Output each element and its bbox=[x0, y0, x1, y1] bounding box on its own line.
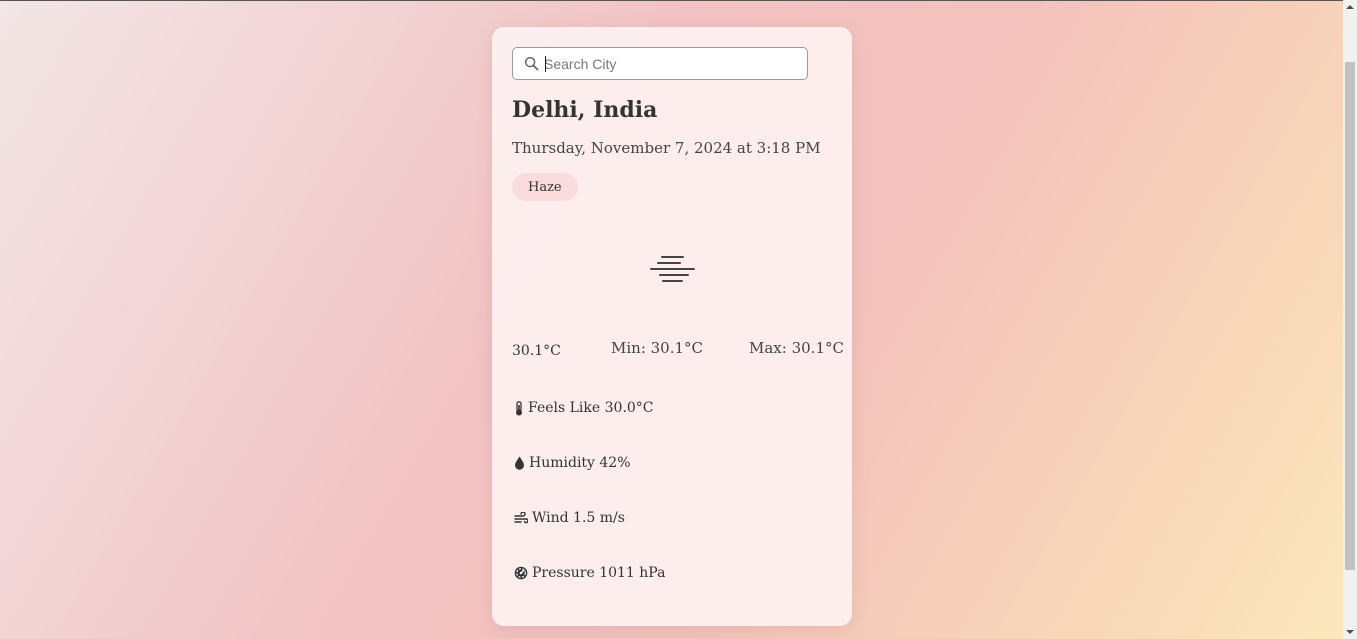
search-box[interactable] bbox=[512, 47, 808, 80]
weather-card: Delhi, India Thursday, November 7, 2024 … bbox=[492, 27, 852, 626]
thermometer-icon bbox=[516, 400, 522, 415]
gauge-icon bbox=[514, 566, 528, 580]
scroll-down-arrow-icon bbox=[1346, 630, 1354, 634]
scroll-up-button[interactable] bbox=[1343, 0, 1357, 14]
window-top-border bbox=[0, 0, 1343, 1]
min-temperature: Min: 30.1°C bbox=[611, 339, 704, 357]
condition-badge: Haze bbox=[512, 173, 578, 201]
humidity-row: Humidity 42% bbox=[514, 455, 631, 471]
vertical-scrollbar[interactable] bbox=[1343, 0, 1357, 639]
search-icon bbox=[524, 56, 539, 71]
feels-like-label: Feels Like 30.0°C bbox=[528, 400, 654, 416]
search-input[interactable] bbox=[544, 48, 802, 79]
scroll-up-arrow-icon bbox=[1346, 5, 1354, 9]
wind-label: Wind 1.5 m/s bbox=[532, 510, 625, 526]
pressure-row: Pressure 1011 hPa bbox=[514, 565, 665, 581]
droplet-icon bbox=[515, 456, 524, 470]
haze-icon bbox=[650, 256, 695, 282]
wind-icon bbox=[514, 511, 528, 523]
location-title: Delhi, India bbox=[512, 97, 658, 123]
date-time: Thursday, November 7, 2024 at 3:18 PM bbox=[512, 139, 821, 157]
feels-like-row: Feels Like 30.0°C bbox=[514, 400, 654, 416]
wind-row: Wind 1.5 m/s bbox=[514, 510, 625, 526]
max-temperature: Max: 30.1°C bbox=[749, 339, 844, 357]
current-temperature: 30.1°C bbox=[512, 343, 561, 359]
scrollbar-thumb[interactable] bbox=[1345, 62, 1355, 570]
text-cursor bbox=[545, 56, 546, 72]
pressure-label: Pressure 1011 hPa bbox=[532, 565, 666, 581]
scroll-down-button[interactable] bbox=[1343, 625, 1357, 639]
humidity-label: Humidity 42% bbox=[529, 455, 631, 471]
